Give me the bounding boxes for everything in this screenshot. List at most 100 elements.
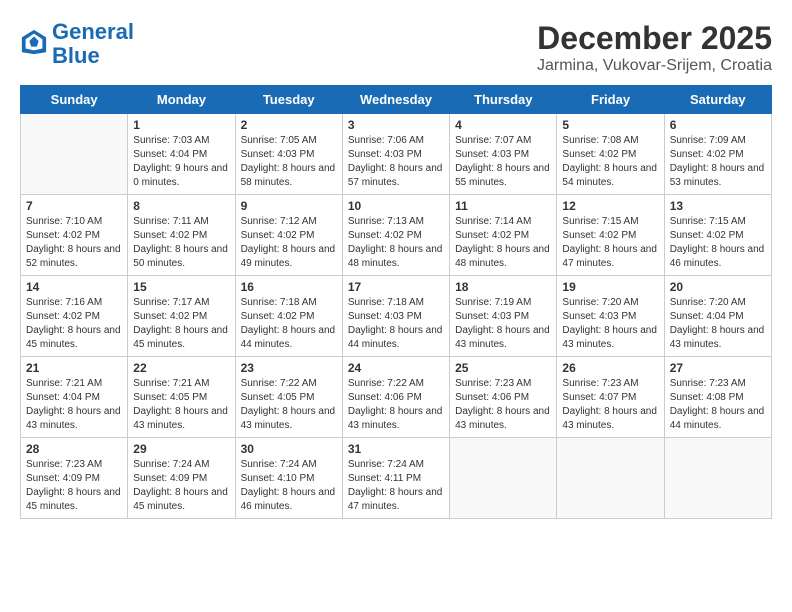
day-number: 1 <box>133 118 229 132</box>
day-info: Sunrise: 7:18 AMSunset: 4:02 PMDaylight:… <box>241 296 337 352</box>
day-number: 20 <box>670 280 766 294</box>
calendar-cell: 31 Sunrise: 7:24 AMSunset: 4:11 PMDayligh… <box>342 438 449 519</box>
calendar-cell: 22Sunrise: 7:21 AMSunset: 4:05 PMDayligh… <box>128 357 235 438</box>
calendar-header-row: SundayMondayTuesdayWednesdayThursdayFrid… <box>21 86 772 114</box>
day-number: 29 <box>133 442 229 456</box>
day-info: Sunrise: 7:15 AMSunset: 4:02 PMDaylight:… <box>670 215 766 271</box>
calendar-cell: 25 Sunrise: 7:23 AMSunset: 4:06 PMDayligh… <box>450 357 557 438</box>
calendar-cell: 17 Sunrise: 7:18 AMSunset: 4:03 PMDayligh… <box>342 276 449 357</box>
day-number: 11 <box>455 199 551 213</box>
day-info: Sunrise: 7:23 AMSunset: 4:08 PMDaylight:… <box>670 377 766 433</box>
title-block: December 2025 Jarmina, Vukovar-Srijem, C… <box>537 20 772 75</box>
day-info: Sunrise: 7:06 AMSunset: 4:03 PMDaylight:… <box>348 134 444 190</box>
day-info: Sunrise: 7:17 AMSunset: 4:02 PMDaylight:… <box>133 296 229 352</box>
day-number: 9 <box>241 199 337 213</box>
day-number: 14 <box>26 280 122 294</box>
calendar-cell <box>664 438 771 519</box>
calendar-cell: 2 Sunrise: 7:05 AMSunset: 4:03 PMDaylight… <box>235 114 342 195</box>
day-of-week-header: Saturday <box>664 86 771 114</box>
day-info: Sunrise: 7:19 AMSunset: 4:03 PMDaylight:… <box>455 296 551 352</box>
day-info: Sunrise: 7:16 AMSunset: 4:02 PMDaylight:… <box>26 296 122 352</box>
calendar-week-row: 1Sunrise: 7:03 AMSunset: 4:04 PMDaylight… <box>21 114 772 195</box>
calendar-week-row: 21 Sunrise: 7:21 AMSunset: 4:04 PMDayligh… <box>21 357 772 438</box>
day-number: 24 <box>348 361 444 375</box>
day-info: Sunrise: 7:08 AMSunset: 4:02 PMDaylight:… <box>562 134 658 190</box>
logo-blue-text: Blue <box>52 43 100 68</box>
calendar-cell: 5 Sunrise: 7:08 AMSunset: 4:02 PMDaylight… <box>557 114 664 195</box>
day-info: Sunrise: 7:07 AMSunset: 4:03 PMDaylight:… <box>455 134 551 190</box>
day-info: Sunrise: 7:23 AMSunset: 4:07 PMDaylight:… <box>562 377 658 433</box>
calendar-cell: 13 Sunrise: 7:15 AMSunset: 4:02 PMDayligh… <box>664 195 771 276</box>
day-of-week-header: Sunday <box>21 86 128 114</box>
calendar-cell: 18Sunrise: 7:19 AMSunset: 4:03 PMDayligh… <box>450 276 557 357</box>
day-number: 21 <box>26 361 122 375</box>
day-number: 13 <box>670 199 766 213</box>
day-info: Sunrise: 7:15 AMSunset: 4:02 PMDaylight:… <box>562 215 658 271</box>
day-number: 31 <box>348 442 444 456</box>
day-of-week-header: Wednesday <box>342 86 449 114</box>
calendar-cell: 1Sunrise: 7:03 AMSunset: 4:04 PMDaylight… <box>128 114 235 195</box>
day-info: Sunrise: 7:05 AMSunset: 4:03 PMDaylight:… <box>241 134 337 190</box>
day-info: Sunrise: 7:20 AMSunset: 4:03 PMDaylight:… <box>562 296 658 352</box>
day-info: Sunrise: 7:10 AMSunset: 4:02 PMDaylight:… <box>26 215 122 271</box>
calendar-cell: 19 Sunrise: 7:20 AMSunset: 4:03 PMDayligh… <box>557 276 664 357</box>
day-number: 2 <box>241 118 337 132</box>
day-number: 28 <box>26 442 122 456</box>
logo-general: General <box>52 19 134 44</box>
calendar-cell: 24 Sunrise: 7:22 AMSunset: 4:06 PMDayligh… <box>342 357 449 438</box>
day-number: 23 <box>241 361 337 375</box>
calendar-cell: 29 Sunrise: 7:24 AMSunset: 4:09 PMDayligh… <box>128 438 235 519</box>
calendar-cell: 3 Sunrise: 7:06 AMSunset: 4:03 PMDaylight… <box>342 114 449 195</box>
header: General Blue December 2025 Jarmina, Vuko… <box>20 20 772 75</box>
day-number: 10 <box>348 199 444 213</box>
logo-icon <box>20 28 48 56</box>
calendar-cell: 27 Sunrise: 7:23 AMSunset: 4:08 PMDayligh… <box>664 357 771 438</box>
calendar-week-row: 14 Sunrise: 7:16 AMSunset: 4:02 PMDayligh… <box>21 276 772 357</box>
day-info: Sunrise: 7:13 AMSunset: 4:02 PMDaylight:… <box>348 215 444 271</box>
day-number: 25 <box>455 361 551 375</box>
day-number: 16 <box>241 280 337 294</box>
day-number: 15 <box>133 280 229 294</box>
calendar-cell <box>557 438 664 519</box>
day-number: 17 <box>348 280 444 294</box>
day-info: Sunrise: 7:23 AMSunset: 4:06 PMDaylight:… <box>455 377 551 433</box>
day-number: 3 <box>348 118 444 132</box>
calendar-subtitle: Jarmina, Vukovar-Srijem, Croatia <box>537 57 772 75</box>
day-number: 5 <box>562 118 658 132</box>
calendar-cell: 11 Sunrise: 7:14 AMSunset: 4:02 PMDayligh… <box>450 195 557 276</box>
day-info: Sunrise: 7:23 AMSunset: 4:09 PMDaylight:… <box>26 458 122 514</box>
day-info: Sunrise: 7:09 AMSunset: 4:02 PMDaylight:… <box>670 134 766 190</box>
day-info: Sunrise: 7:24 AMSunset: 4:09 PMDaylight:… <box>133 458 229 514</box>
day-info: Sunrise: 7:14 AMSunset: 4:02 PMDaylight:… <box>455 215 551 271</box>
calendar-cell: 8Sunrise: 7:11 AMSunset: 4:02 PMDaylight… <box>128 195 235 276</box>
day-info: Sunrise: 7:21 AMSunset: 4:04 PMDaylight:… <box>26 377 122 433</box>
day-number: 7 <box>26 199 122 213</box>
calendar-cell: 23Sunrise: 7:22 AMSunset: 4:05 PMDayligh… <box>235 357 342 438</box>
calendar-cell: 4 Sunrise: 7:07 AMSunset: 4:03 PMDaylight… <box>450 114 557 195</box>
day-info: Sunrise: 7:24 AMSunset: 4:11 PMDaylight:… <box>348 458 444 514</box>
day-number: 19 <box>562 280 658 294</box>
day-number: 8 <box>133 199 229 213</box>
day-of-week-header: Friday <box>557 86 664 114</box>
calendar-cell: 9Sunrise: 7:12 AMSunset: 4:02 PMDaylight… <box>235 195 342 276</box>
calendar-cell <box>450 438 557 519</box>
calendar-week-row: 7 Sunrise: 7:10 AMSunset: 4:02 PMDaylight… <box>21 195 772 276</box>
calendar-cell <box>21 114 128 195</box>
logo-text: General Blue <box>52 20 134 68</box>
calendar-cell: 26 Sunrise: 7:23 AMSunset: 4:07 PMDayligh… <box>557 357 664 438</box>
day-info: Sunrise: 7:18 AMSunset: 4:03 PMDaylight:… <box>348 296 444 352</box>
calendar-cell: 12 Sunrise: 7:15 AMSunset: 4:02 PMDayligh… <box>557 195 664 276</box>
calendar-cell: 7 Sunrise: 7:10 AMSunset: 4:02 PMDaylight… <box>21 195 128 276</box>
calendar-title: December 2025 <box>537 20 772 57</box>
day-number: 26 <box>562 361 658 375</box>
day-info: Sunrise: 7:20 AMSunset: 4:04 PMDaylight:… <box>670 296 766 352</box>
calendar-cell: 20 Sunrise: 7:20 AMSunset: 4:04 PMDayligh… <box>664 276 771 357</box>
day-number: 12 <box>562 199 658 213</box>
day-of-week-header: Monday <box>128 86 235 114</box>
page-container: General Blue December 2025 Jarmina, Vuko… <box>20 20 772 519</box>
day-number: 4 <box>455 118 551 132</box>
calendar-cell: 30Sunrise: 7:24 AMSunset: 4:10 PMDayligh… <box>235 438 342 519</box>
day-info: Sunrise: 7:22 AMSunset: 4:06 PMDaylight:… <box>348 377 444 433</box>
day-number: 27 <box>670 361 766 375</box>
day-of-week-header: Tuesday <box>235 86 342 114</box>
